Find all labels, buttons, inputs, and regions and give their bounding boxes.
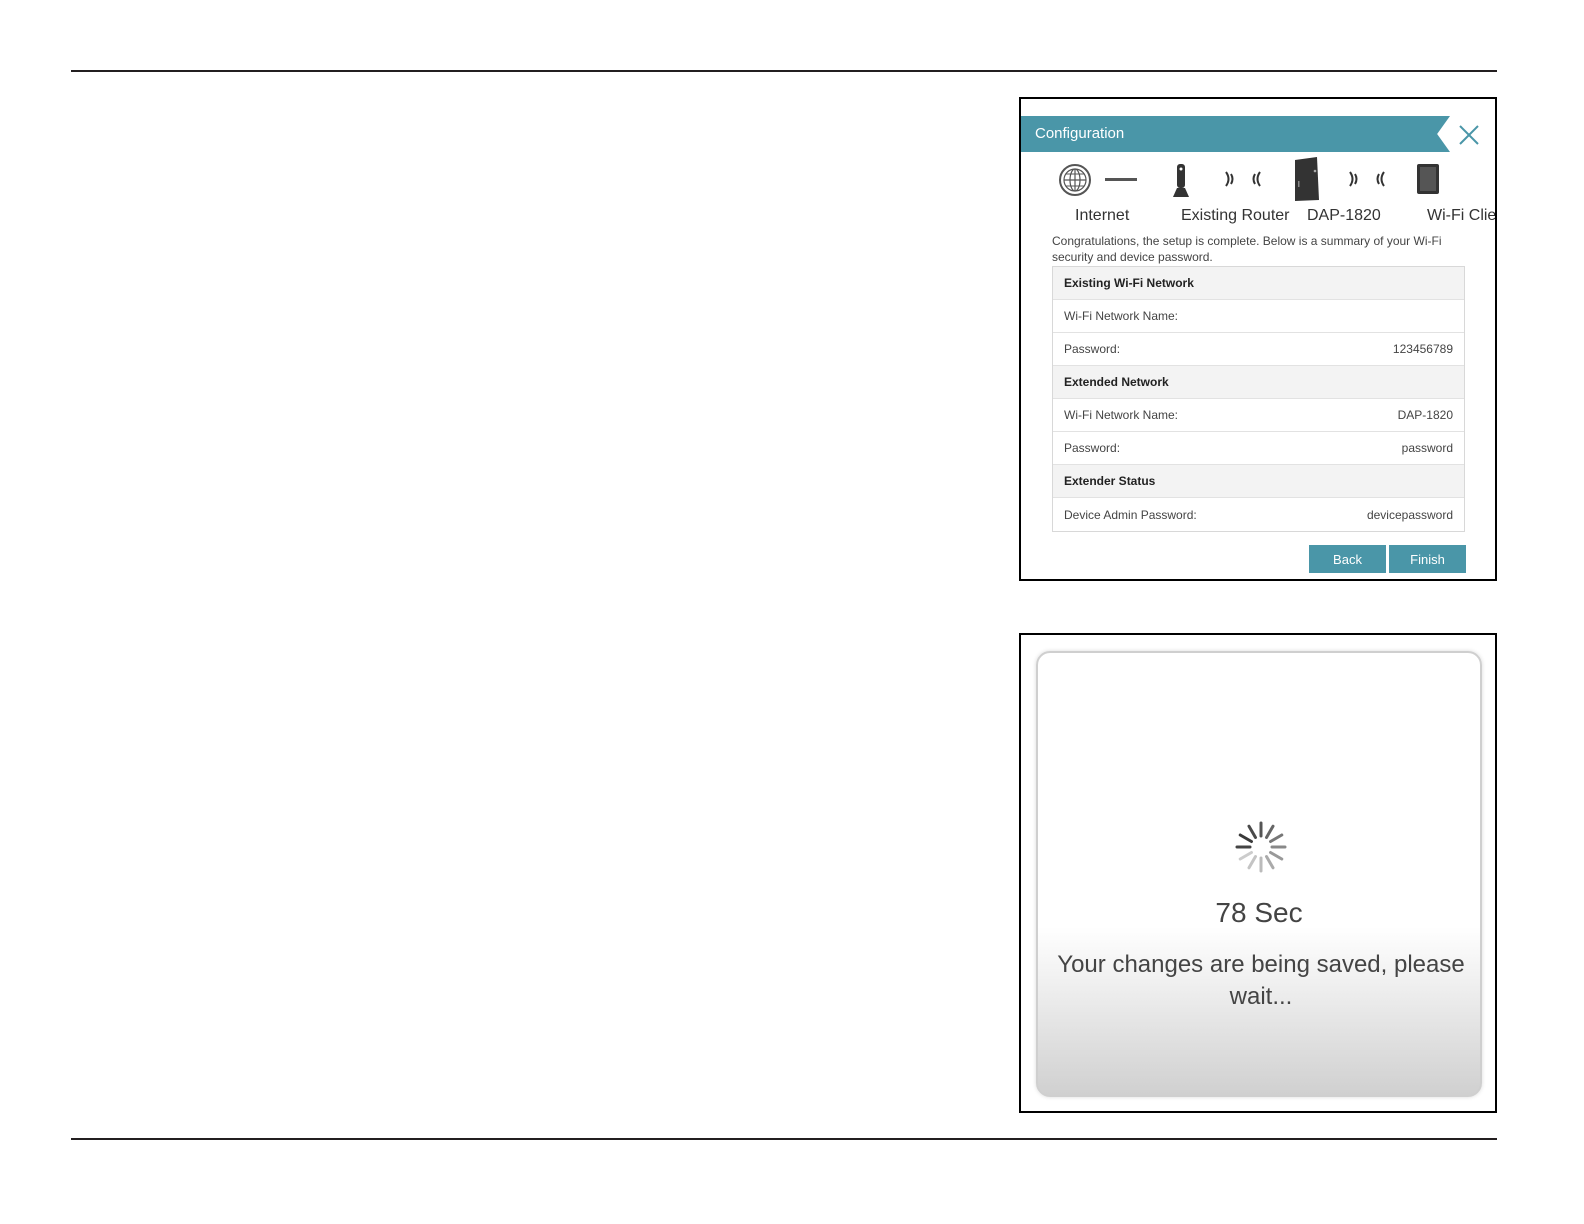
section-heading: Existing Wi-Fi Network	[1053, 267, 1464, 300]
table-row: Password: 123456789	[1053, 333, 1464, 366]
wired-link-icon	[1105, 178, 1137, 181]
bottom-divider	[71, 1138, 1497, 1140]
row-value: devicepassword	[1366, 507, 1453, 522]
globe-icon	[1059, 164, 1091, 196]
table-row: Wi-Fi Network Name:	[1053, 300, 1464, 333]
table-row: Wi-Fi Network Name: DAP-1820	[1053, 399, 1464, 432]
tablet-icon	[1417, 164, 1439, 194]
router-icon	[1173, 164, 1189, 197]
dialog-title: Configuration	[1035, 125, 1125, 142]
table-row: Device Admin Password: devicepassword	[1053, 498, 1464, 531]
row-label: Wi-Fi Network Name:	[1064, 309, 1179, 323]
saving-panel: 78 Sec Your changes are being saved, ple…	[1036, 651, 1482, 1097]
finish-button[interactable]: Finish	[1389, 545, 1466, 573]
loading-spinner-icon	[1235, 821, 1287, 873]
summary-table: Existing Wi-Fi Network Wi-Fi Network Nam…	[1052, 266, 1465, 532]
section-heading: Extended Network	[1053, 366, 1464, 399]
row-value: password	[1401, 441, 1453, 455]
saving-dialog: 78 Sec Your changes are being saved, ple…	[1019, 633, 1497, 1113]
configuration-dialog: Configuration Internet Existing Router D…	[1019, 97, 1497, 581]
countdown-timer: 78 Sec	[1215, 897, 1303, 928]
top-divider	[71, 70, 1497, 72]
row-label: Password:	[1064, 441, 1121, 455]
table-row: Password: password	[1053, 432, 1464, 465]
row-label: Device Admin Password:	[1064, 507, 1197, 522]
section-heading: Extender Status	[1053, 465, 1464, 498]
setup-complete-message: Congratulations, the setup is complete. …	[1052, 234, 1442, 264]
row-label: Wi-Fi Network Name:	[1064, 408, 1179, 422]
wireless-signal-icon	[1225, 171, 1261, 187]
close-icon[interactable]	[1457, 123, 1481, 147]
row-label: Password:	[1064, 342, 1121, 356]
back-button[interactable]: Back	[1309, 545, 1386, 573]
row-value: DAP-1820	[1397, 408, 1453, 422]
extender-icon	[1295, 157, 1319, 201]
wireless-signal-icon	[1349, 171, 1385, 187]
row-value: 123456789	[1392, 342, 1453, 356]
dialog-header: Configuration	[1021, 116, 1450, 152]
saving-message: Your changes are being saved, please wai…	[1057, 951, 1465, 1010]
